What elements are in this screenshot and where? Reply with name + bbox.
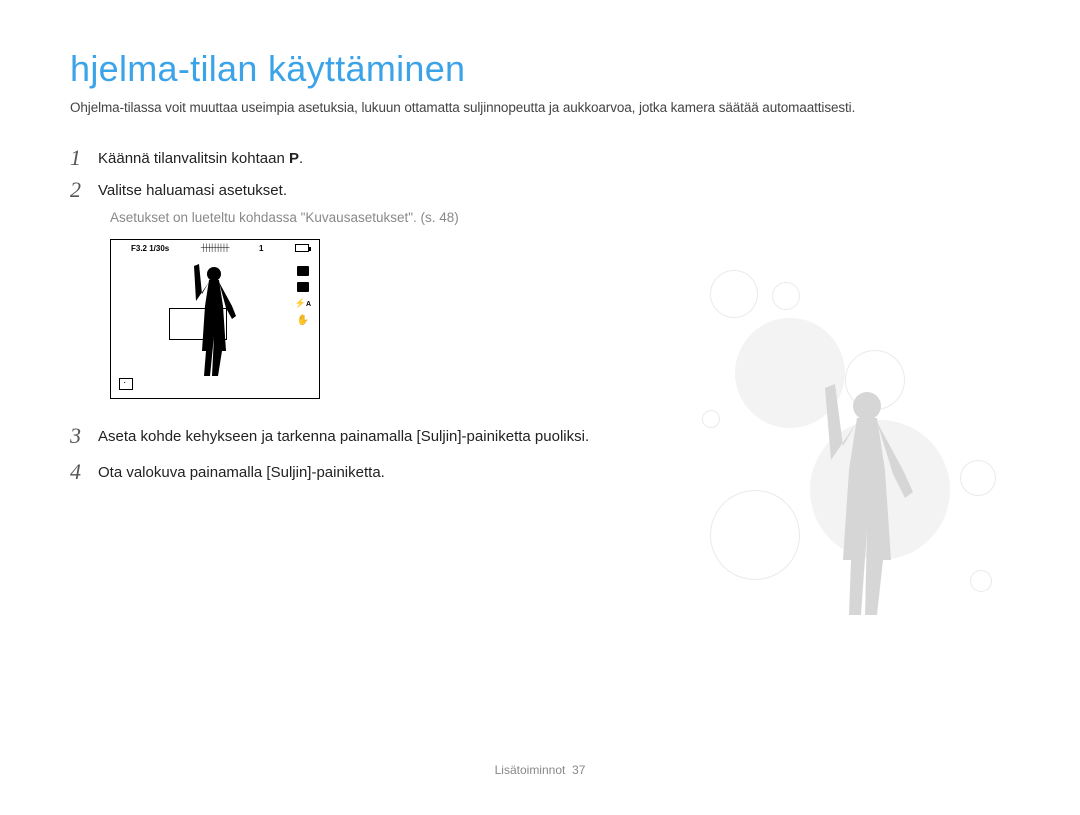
exposure-scale-icon: ┼┼┼┼┼┼┼┼┼ [201,245,228,252]
step-4: 4 Ota valokuva painamalla [Suljin]-paini… [70,459,610,485]
mode-indicator-icon [119,378,133,390]
step-1: 1 Käännä tilanvalitsin kohtaan P. [70,145,610,171]
camera-top-bar: F3.2 1/30s ┼┼┼┼┼┼┼┼┼ 1 [131,244,309,253]
flash-auto-icon: ⚡A [295,298,311,309]
resolution-icon [297,266,309,276]
camera-side-icons: ⚡A ✋ [295,266,311,326]
step-text-after: . [299,150,303,167]
stabilization-icon: ✋ [297,315,309,326]
step-number: 2 [70,177,98,203]
footer-section: Lisätoiminnot [495,763,566,777]
step-3: 3 Aseta kohde kehykseen ja tarkenna pain… [70,423,610,449]
page-footer: Lisätoiminnot 37 [0,763,1080,777]
intro-text: Ohjelma-tilassa voit muuttaa useimpia as… [70,100,1010,115]
camera-screen-illustration: F3.2 1/30s ┼┼┼┼┼┼┼┼┼ 1 ⚡A ✋ [110,239,320,399]
step-text-before: Käännä tilanvalitsin kohtaan [98,150,285,167]
step-text: Käännä tilanvalitsin kohtaan P. [98,145,303,169]
step-text: Aseta kohde kehykseen ja tarkenna painam… [98,423,589,447]
decorative-bubbles [680,270,1040,670]
step-text: Ota valokuva painamalla [Suljin]-painike… [98,459,385,483]
step-number: 4 [70,459,98,485]
decorative-silhouette [795,370,925,635]
step-list: 1 Käännä tilanvalitsin kohtaan P. 2 Vali… [70,145,610,486]
step-number: 1 [70,145,98,171]
aperture-shutter-display: F3.2 1/30s [131,244,169,253]
battery-icon [295,244,309,252]
footer-page: 37 [572,763,585,777]
focus-frame-icon [169,308,227,340]
step-note: Asetukset on lueteltu kohdassa "Kuvausas… [110,210,610,225]
metering-icon [297,282,309,292]
step-2: 2 Valitse haluamasi asetukset. [70,177,610,203]
page-title: hjelma-tilan käyttäminen [70,48,1010,90]
step-number: 3 [70,423,98,449]
counter-display: 1 [259,244,263,253]
step-text: Valitse haluamasi asetukset. [98,177,287,201]
mode-symbol: P [289,150,299,167]
